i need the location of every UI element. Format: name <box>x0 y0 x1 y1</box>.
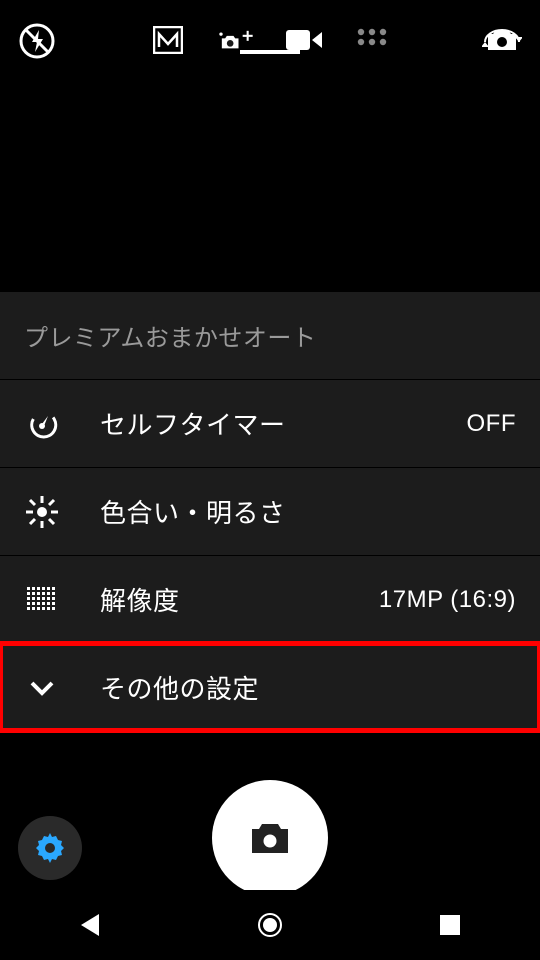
mode-apps[interactable] <box>352 26 392 54</box>
row-value: OFF <box>467 410 517 438</box>
flash-off-icon <box>18 22 56 60</box>
circle-home-icon <box>256 911 284 939</box>
timer-icon <box>24 406 60 442</box>
gear-icon <box>32 830 68 866</box>
square-recent-icon <box>439 914 461 936</box>
nav-recent-button[interactable] <box>432 907 468 943</box>
row-resolution[interactable]: 解像度 17MP (16:9) <box>0 555 540 643</box>
mode-manual[interactable] <box>148 26 188 54</box>
bottom-controls <box>0 770 540 890</box>
mode-selector <box>148 26 392 54</box>
resolution-icon <box>24 582 60 618</box>
row-color-brightness[interactable]: 色合い・明るさ <box>0 467 540 555</box>
camera-icon <box>248 819 292 857</box>
switch-camera-button[interactable] <box>482 22 522 58</box>
android-nav-bar <box>0 890 540 960</box>
camera-app-screen: プレミアムおまかせオート セルフタイマー OFF <box>0 0 540 960</box>
brightness-icon <box>24 494 60 530</box>
row-label: セルフタイマー <box>100 405 467 442</box>
manual-mode-icon <box>153 26 183 54</box>
row-label: その他の設定 <box>100 669 516 706</box>
triangle-back-icon <box>77 912 103 938</box>
row-more-settings[interactable]: その他の設定 <box>0 643 540 731</box>
settings-button[interactable] <box>18 816 82 880</box>
settings-panel: プレミアムおまかせオート セルフタイマー OFF <box>0 292 540 731</box>
top-toolbar <box>0 0 540 80</box>
video-icon <box>286 28 322 52</box>
nav-back-button[interactable] <box>72 907 108 943</box>
nav-home-button[interactable] <box>252 907 288 943</box>
row-label: 解像度 <box>100 581 379 618</box>
row-value: 17MP (16:9) <box>379 586 516 614</box>
row-label: 色合い・明るさ <box>100 493 516 530</box>
settings-panel-title: プレミアムおまかせオート <box>0 292 540 379</box>
switch-camera-icon <box>482 22 522 58</box>
flash-toggle[interactable] <box>18 22 56 60</box>
shutter-button[interactable] <box>212 780 328 896</box>
row-self-timer[interactable]: セルフタイマー OFF <box>0 379 540 467</box>
chevron-down-icon <box>24 670 60 706</box>
mode-underline <box>240 50 300 54</box>
apps-grid-icon <box>357 28 387 52</box>
